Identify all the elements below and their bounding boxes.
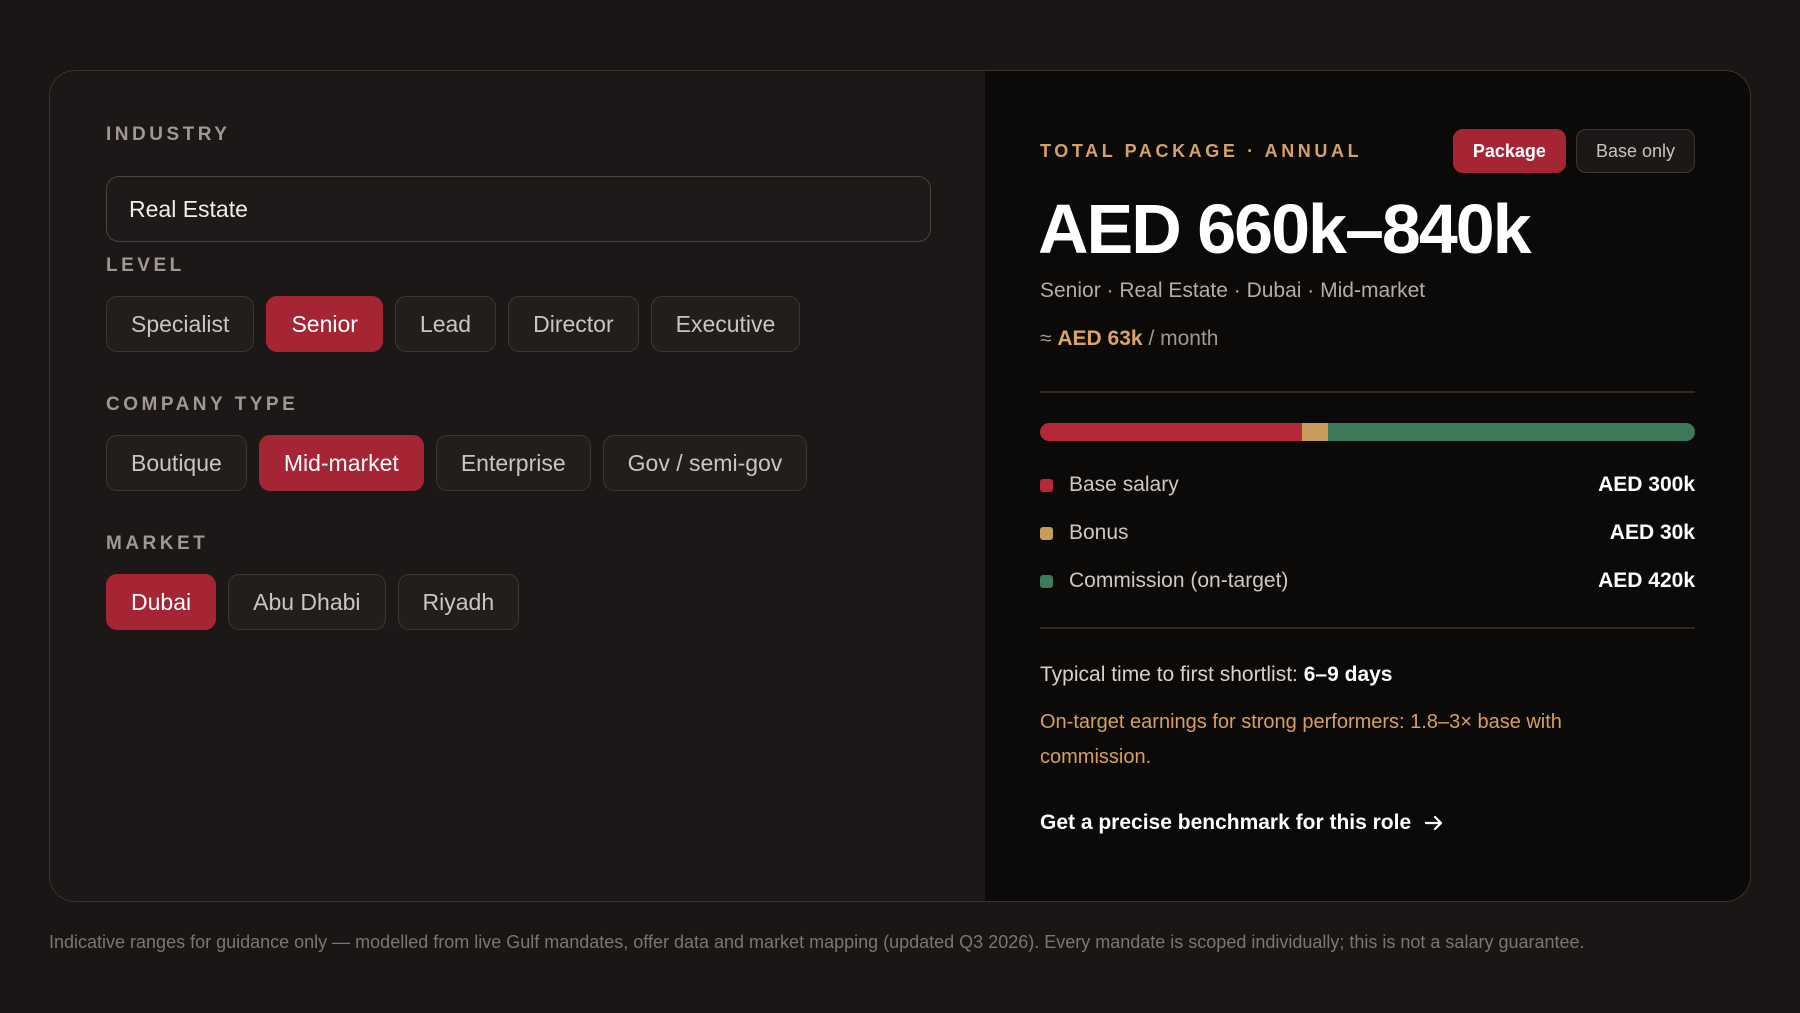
divider-top	[1040, 391, 1695, 393]
industry-value: Real Estate	[129, 195, 248, 222]
company-chip-mid-market[interactable]: Mid-market	[258, 435, 424, 491]
shortlist-time: Typical time to first shortlist: 6–9 day…	[1040, 663, 1393, 687]
bonus-dot-icon	[1040, 526, 1053, 540]
package-toggle-button[interactable]: Package	[1452, 129, 1566, 173]
level-chip-lead[interactable]: Lead	[394, 296, 497, 352]
market-chip-abu-dhabi[interactable]: Abu Dhabi	[228, 574, 386, 630]
package-heading: TOTAL PACKAGE · ANNUAL	[1040, 141, 1363, 161]
legend-label-base: Base salary	[1069, 473, 1179, 496]
legend-label-bonus: Bonus	[1069, 521, 1129, 544]
shortlist-label: Typical time to first shortlist:	[1040, 663, 1298, 686]
company-chip-gov[interactable]: Gov / semi-gov	[602, 435, 808, 491]
divider-bottom	[1040, 627, 1695, 629]
monthly-estimate: ≈ AED 63k / month	[1040, 327, 1218, 351]
disclaimer-footer: Indicative ranges for guidance only — mo…	[49, 932, 1585, 952]
company-chip-enterprise[interactable]: Enterprise	[435, 435, 591, 491]
company-type-options: Boutique Mid-market Enterprise Gov / sem…	[106, 435, 808, 491]
package-breakdown-bar	[1040, 423, 1695, 441]
shortlist-value: 6–9 days	[1303, 663, 1393, 686]
industry-field[interactable]: Real Estate	[106, 176, 931, 242]
market-chip-riyadh[interactable]: Riyadh	[397, 574, 520, 630]
legend-value-commission: AED 420k	[1598, 569, 1695, 592]
monthly-amount: AED 63k	[1057, 327, 1143, 350]
level-chip-director[interactable]: Director	[508, 296, 639, 352]
company-chip-boutique[interactable]: Boutique	[106, 435, 247, 491]
base-only-toggle-button[interactable]: Base only	[1575, 129, 1695, 173]
bar-segment-bonus	[1302, 423, 1329, 441]
salary-calculator-card: INDUSTRY Real Estate LEVEL Specialist Se…	[49, 70, 1751, 902]
market-options: Dubai Abu Dhabi Riyadh	[106, 574, 520, 630]
legend-value-base: AED 300k	[1598, 473, 1695, 496]
market-label: MARKET	[106, 533, 209, 554]
market-chip-dubai[interactable]: Dubai	[106, 574, 217, 630]
level-label: LEVEL	[106, 255, 185, 276]
commission-dot-icon	[1040, 574, 1053, 588]
industry-label: INDUSTRY	[106, 124, 231, 145]
bar-segment-base	[1040, 423, 1302, 441]
arrow-right-icon	[1425, 815, 1443, 831]
bar-segment-commission	[1328, 423, 1695, 441]
breakdown-legend: Base salary AED 300k Bonus AED 30k Commi…	[1040, 461, 1695, 605]
level-options: Specialist Senior Lead Director Executiv…	[106, 296, 801, 352]
level-chip-executive[interactable]: Executive	[650, 296, 801, 352]
filters-panel: INDUSTRY Real Estate LEVEL Specialist Se…	[50, 71, 985, 901]
level-chip-senior[interactable]: Senior	[266, 296, 383, 352]
selection-summary: Senior · Real Estate · Dubai · Mid-marke…	[1040, 279, 1426, 302]
legend-row-base: Base salary AED 300k	[1040, 461, 1695, 509]
monthly-suffix: / month	[1148, 327, 1219, 350]
legend-value-bonus: AED 30k	[1609, 521, 1695, 544]
salary-range: AED 660k–840k	[1038, 190, 1532, 268]
legend-row-bonus: Bonus AED 30k	[1040, 509, 1695, 557]
legend-label-commission: Commission (on-target)	[1069, 569, 1289, 592]
result-panel: TOTAL PACKAGE · ANNUAL Package Base only…	[985, 71, 1750, 901]
company-type-label: COMPANY TYPE	[106, 394, 299, 415]
ote-note: On-target earnings for strong performers…	[1040, 711, 1562, 768]
benchmark-link[interactable]: Get a precise benchmark for this role	[1040, 811, 1443, 835]
base-dot-icon	[1040, 478, 1053, 492]
legend-row-commission: Commission (on-target) AED 420k	[1040, 557, 1695, 605]
package-toggle: Package Base only	[1452, 129, 1695, 173]
approx-symbol: ≈	[1040, 327, 1052, 350]
level-chip-specialist[interactable]: Specialist	[106, 296, 255, 352]
benchmark-link-label: Get a precise benchmark for this role	[1040, 811, 1412, 834]
